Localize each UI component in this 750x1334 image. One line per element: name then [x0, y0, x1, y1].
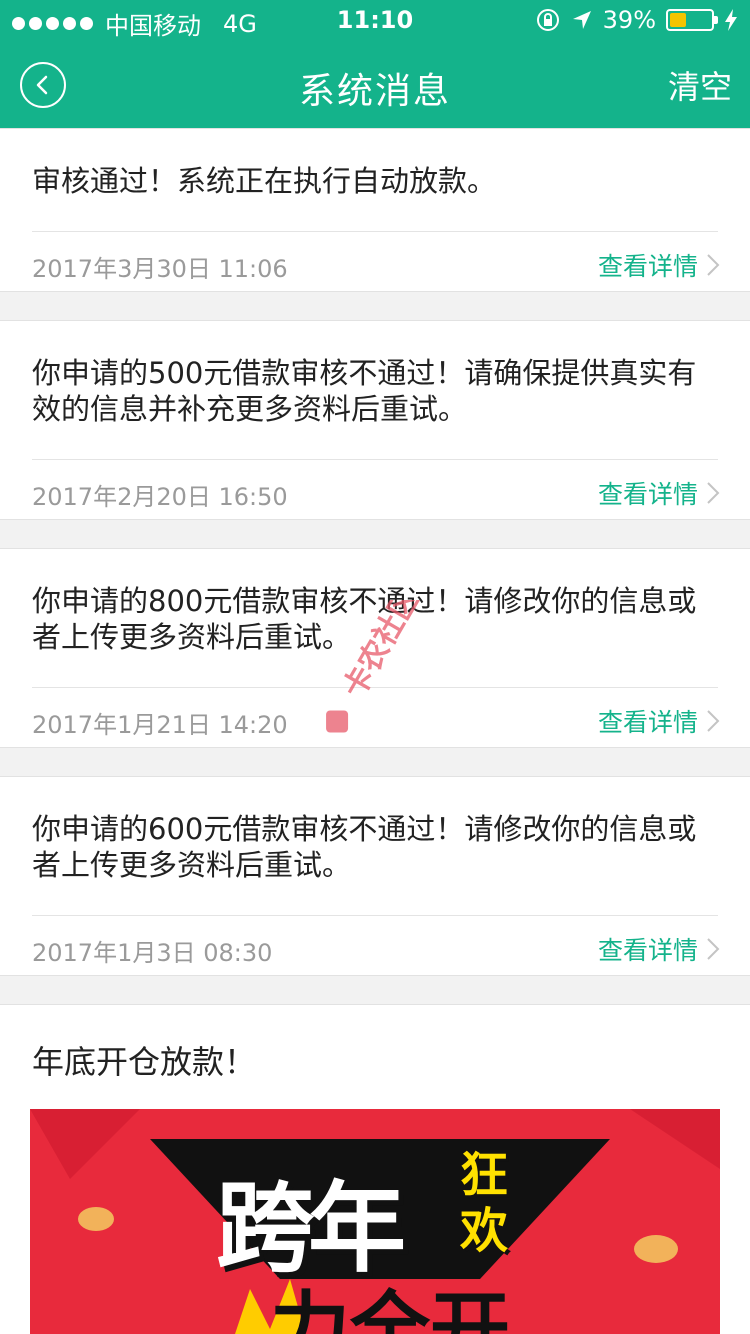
banner-side-text: 狂欢	[460, 1147, 509, 1259]
view-details-label: 查看详情	[597, 936, 698, 965]
message-date: 2017年3月30日 11:06	[32, 255, 288, 283]
battery-level	[670, 13, 686, 27]
promo-banner[interactable]: 跨年 狂欢 力全开	[30, 1109, 720, 1334]
chevron-right-icon	[707, 254, 720, 276]
messages-page: 中国移动 4G 11:10 39% 系统消息 清空 审核通过！系统正在执行自动放…	[0, 0, 750, 1334]
watermark-logo: 卡农社区	[326, 600, 427, 733]
battery-percent: 39%	[602, 6, 656, 34]
app-header: 中国移动 4G 11:10 39% 系统消息 清空	[0, 0, 750, 128]
banner-sub-text: 力全开	[270, 1283, 510, 1334]
view-details-label: 查看详情	[597, 708, 698, 737]
message-date: 2017年1月3日 08:30	[32, 939, 273, 967]
rotation-lock-icon	[536, 9, 559, 31]
message-card: 审核通过！系统正在执行自动放款。 2017年3月30日 11:06 查看详情	[0, 128, 750, 292]
message-text: 审核通过！系统正在执行自动放款。	[32, 164, 497, 198]
message-card: 你申请的600元借款审核不通过！请修改你的信息或者上传更多资料后重试。 2017…	[0, 776, 750, 976]
page-title: 系统消息	[298, 71, 451, 112]
nav-bar: 系统消息 清空	[0, 40, 750, 128]
promo-card[interactable]: 年底开仓放款！ 跨年 狂欢 力全开	[0, 1004, 750, 1334]
view-details-link[interactable]: 查看详情	[598, 931, 720, 967]
svg-text:卡农社区: 卡农社区	[337, 600, 427, 704]
divider	[32, 459, 718, 460]
view-details-link[interactable]: 查看详情	[598, 703, 720, 739]
chevron-right-icon	[707, 710, 720, 732]
divider	[32, 915, 718, 916]
location-arrow-icon	[572, 11, 591, 29]
message-date: 2017年1月21日 14:20	[32, 711, 288, 739]
clear-button[interactable]: 清空	[668, 62, 732, 108]
chevron-right-icon	[707, 938, 720, 960]
promo-title: 年底开仓放款！	[32, 1043, 257, 1081]
message-text: 你申请的500元借款审核不通过！请确保提供真实有效的信息并补充更多资料后重试。	[32, 356, 697, 426]
view-details-link[interactable]: 查看详情	[598, 475, 720, 511]
chevron-right-icon	[707, 482, 720, 504]
view-details-label: 查看详情	[597, 252, 698, 281]
divider	[32, 231, 718, 232]
message-card: 你申请的500元借款审核不通过！请确保提供真实有效的信息并补充更多资料后重试。 …	[0, 320, 750, 520]
battery-icon	[666, 9, 718, 31]
charging-bolt-icon	[725, 9, 737, 31]
status-bar: 中国移动 4G 11:10 39%	[0, 0, 750, 40]
message-date: 2017年2月20日 16:50	[32, 483, 288, 511]
view-details-link[interactable]: 查看详情	[598, 247, 720, 283]
message-text: 你申请的600元借款审核不通过！请修改你的信息或者上传更多资料后重试。	[32, 812, 697, 882]
status-right: 39%	[535, 6, 738, 34]
view-details-label: 查看详情	[597, 480, 698, 509]
